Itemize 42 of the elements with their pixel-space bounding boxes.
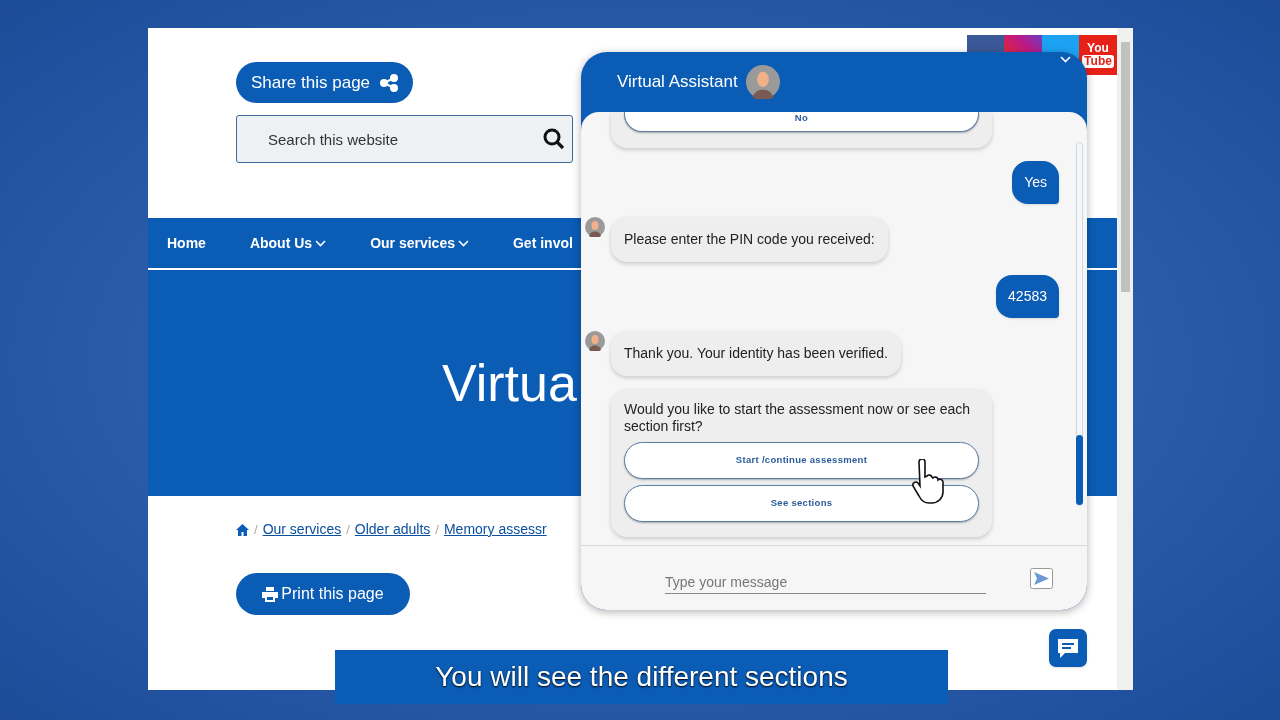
hero-title: Virtua [442, 353, 577, 414]
avatar-icon [745, 65, 780, 99]
breadcrumb-link[interactable]: Memory assessr [443, 519, 547, 540]
print-button[interactable]: Print this page [236, 573, 410, 615]
breadcrumb-separator: / [346, 520, 350, 539]
bot-message: Thank you. Your identity has been verified. [611, 331, 901, 376]
option-button[interactable]: Start /continue assessment [624, 442, 979, 479]
bot-message: Would you like to start the assessment now or see each section first? [624, 401, 972, 435]
breadcrumb-link[interactable]: Our services [262, 519, 342, 540]
send-icon[interactable] [1030, 567, 1053, 589]
message-field[interactable]: Type your message [665, 570, 986, 594]
search-icon[interactable] [543, 128, 565, 150]
search-field[interactable]: Search this website [236, 115, 573, 163]
nav-link[interactable]: About Us [249, 232, 327, 254]
caption-text: You will see the different sections [435, 660, 848, 694]
option-button[interactable]: No [624, 112, 979, 132]
chat-launcher-button[interactable] [1049, 629, 1087, 667]
avatar-icon [585, 331, 605, 351]
share-icon [380, 73, 399, 92]
breadcrumb-link[interactable]: Older adults [354, 519, 431, 540]
share-button[interactable]: Share this page [236, 62, 413, 103]
chevron-down-icon [1060, 56, 1071, 63]
youtube-icon[interactable]: You Tube [1079, 35, 1117, 75]
breadcrumb-separator: / [435, 520, 439, 539]
chat-icon [1056, 637, 1080, 659]
printer-icon [262, 586, 279, 602]
chevron-down-icon [457, 239, 469, 247]
option-button[interactable]: See sections [624, 485, 979, 522]
nav-link[interactable]: Our services [370, 232, 469, 254]
chevron-down-icon [315, 239, 327, 247]
avatar-icon [585, 217, 605, 237]
user-message: 42583 [996, 275, 1059, 318]
user-message: Yes [1012, 161, 1059, 204]
chat-title: Virtual Assistant [617, 71, 738, 94]
hand-cursor-icon [910, 459, 944, 505]
bot-message: Please enter the PIN code you received: [611, 217, 888, 262]
scrollbar[interactable] [1117, 28, 1133, 690]
nav-link[interactable]: Get invol [512, 232, 573, 254]
breadcrumb-separator: / [254, 520, 258, 539]
home-icon[interactable] [236, 523, 249, 536]
collapse-button[interactable] [1060, 56, 1071, 63]
nav-link[interactable]: Home [167, 232, 206, 254]
